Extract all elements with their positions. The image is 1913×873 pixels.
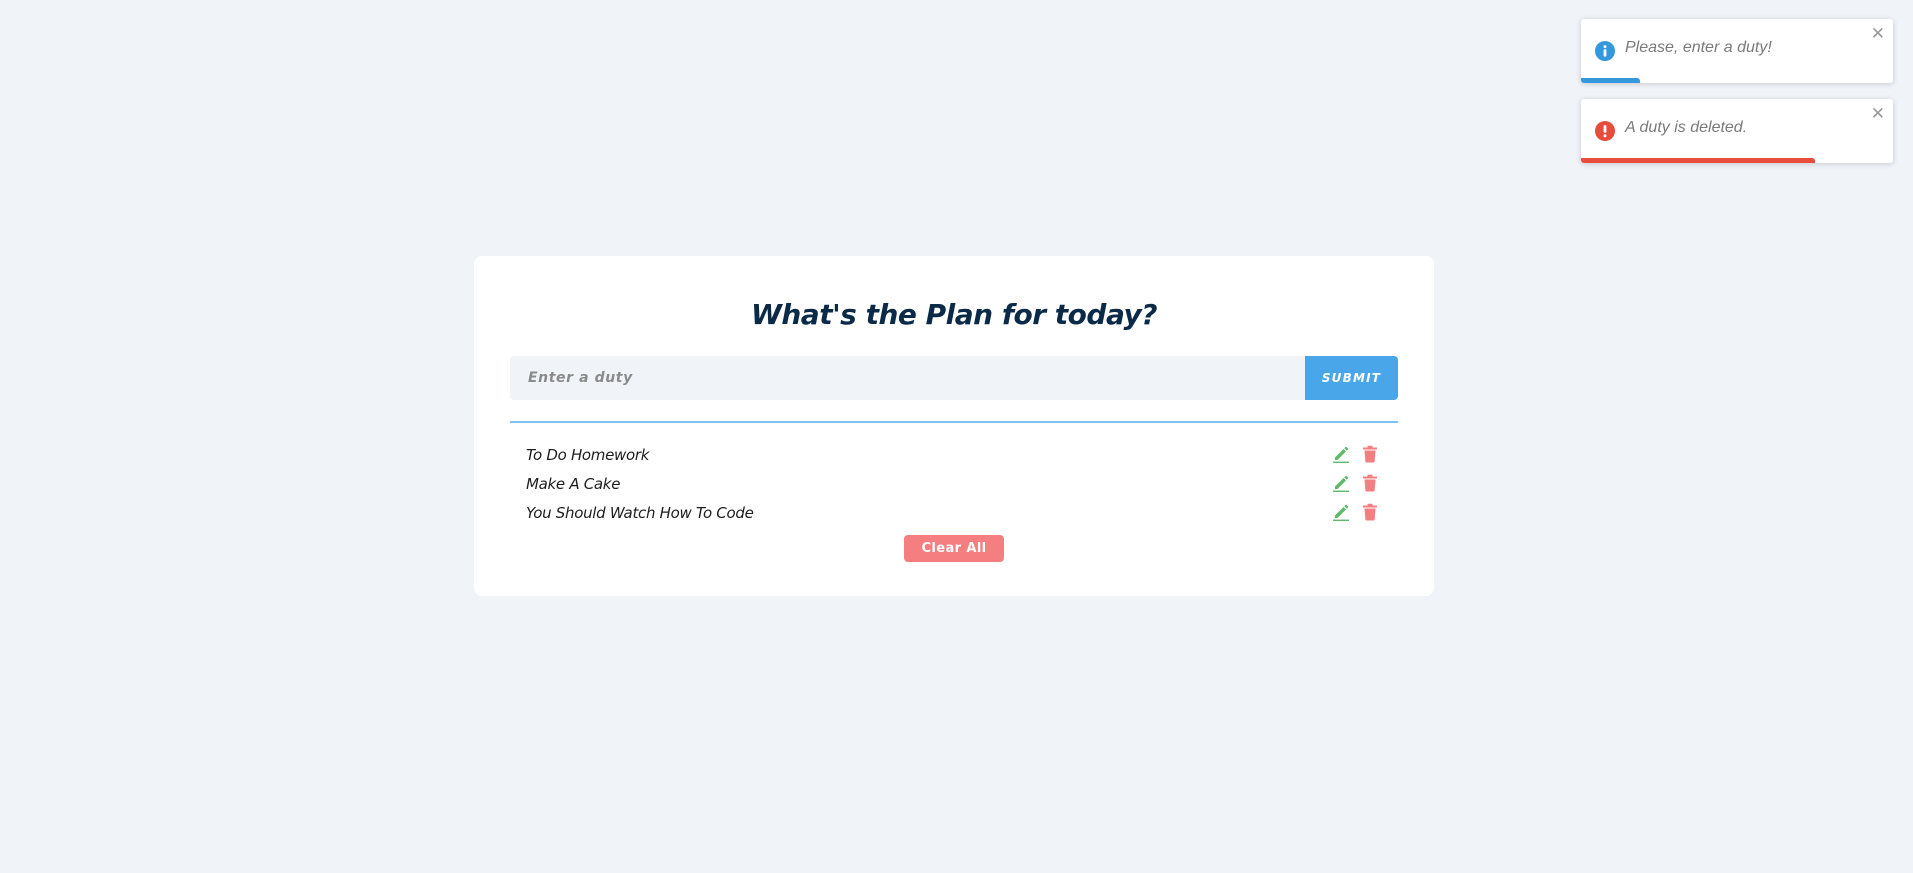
toast-container: Please, enter a duty! ✕ A duty is delete… bbox=[1581, 19, 1893, 179]
toast-error: A duty is deleted. ✕ bbox=[1581, 99, 1893, 163]
duty-text: You Should Watch How To Code bbox=[526, 504, 754, 522]
list-item: Make A Cake bbox=[510, 471, 1398, 500]
list-item: To Do Homework bbox=[510, 442, 1398, 471]
list-item: You Should Watch How To Code bbox=[510, 500, 1398, 529]
edit-icon[interactable] bbox=[1332, 474, 1350, 492]
submit-button[interactable]: SUBMIT bbox=[1305, 356, 1398, 400]
toast-message: Please, enter a duty! bbox=[1625, 39, 1772, 56]
toast-info: Please, enter a duty! ✕ bbox=[1581, 19, 1893, 83]
trash-icon[interactable] bbox=[1362, 445, 1378, 463]
close-icon[interactable]: ✕ bbox=[1871, 25, 1885, 42]
edit-icon[interactable] bbox=[1332, 445, 1350, 463]
todo-card: What's the Plan for today? SUBMIT To Do … bbox=[474, 256, 1434, 596]
duty-text: To Do Homework bbox=[526, 446, 650, 464]
toast-progress-bar bbox=[1581, 158, 1815, 163]
trash-icon[interactable] bbox=[1362, 474, 1378, 492]
edit-icon[interactable] bbox=[1332, 503, 1350, 521]
trash-icon[interactable] bbox=[1362, 503, 1378, 521]
duty-list: To Do Homework Make A Cake You Should Wa… bbox=[510, 442, 1398, 529]
page-title: What's the Plan for today? bbox=[750, 298, 1158, 331]
clear-all-button[interactable]: Clear All bbox=[904, 535, 1004, 562]
duty-input[interactable] bbox=[510, 356, 1305, 400]
duty-form: SUBMIT bbox=[510, 356, 1398, 400]
duty-text: Make A Cake bbox=[526, 475, 621, 493]
error-icon bbox=[1595, 121, 1615, 141]
divider bbox=[510, 421, 1398, 423]
toast-progress-bar bbox=[1581, 78, 1641, 83]
toast-message: A duty is deleted. bbox=[1625, 119, 1748, 136]
close-icon[interactable]: ✕ bbox=[1871, 105, 1885, 122]
info-icon bbox=[1595, 41, 1615, 61]
